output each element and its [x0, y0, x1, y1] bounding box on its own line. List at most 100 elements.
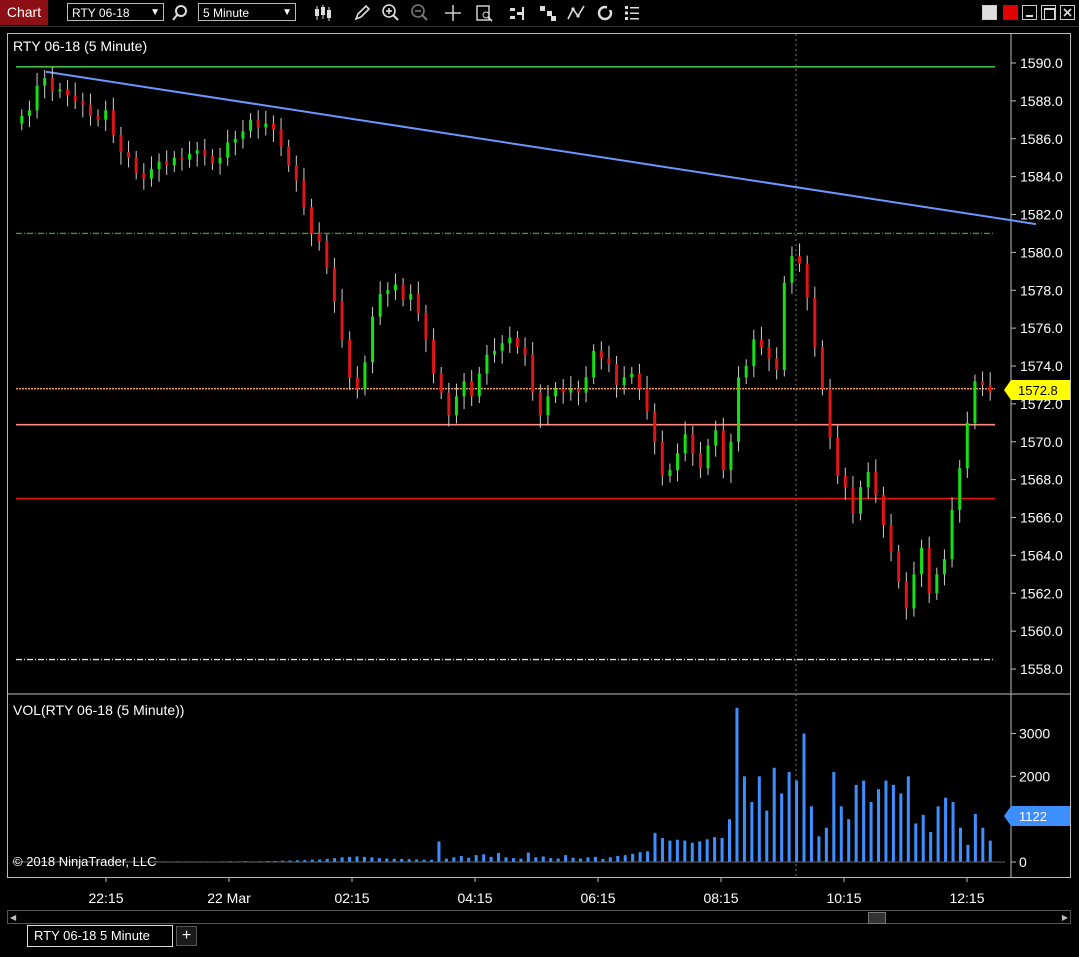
- candle-body: [607, 358, 611, 365]
- price-tick-label: 1576.0: [1020, 320, 1063, 336]
- volume-bar: [832, 772, 836, 862]
- volume-bar: [839, 806, 843, 862]
- candle-body: [81, 100, 85, 105]
- candle-body: [363, 362, 367, 389]
- candle-body: [348, 339, 352, 378]
- add-tab-button[interactable]: +: [176, 926, 197, 946]
- volume-bar: [348, 856, 352, 862]
- volume-bar: [549, 858, 553, 862]
- volume-bar: [534, 857, 538, 862]
- candle-body: [43, 78, 47, 86]
- candle-body: [500, 343, 504, 351]
- candle-body: [798, 256, 802, 264]
- candle-body: [721, 430, 725, 471]
- volume-bar: [646, 851, 650, 862]
- scroll-right-icon[interactable]: ▶: [1062, 913, 1068, 922]
- candle-body: [470, 381, 474, 397]
- candle-body: [851, 487, 855, 514]
- volume-bars: [12, 707, 1005, 863]
- horizontal-scrollbar[interactable]: ◀ ▶: [7, 910, 1071, 924]
- candle-body: [142, 172, 146, 179]
- volume-bar: [802, 733, 806, 862]
- candle-body: [20, 116, 24, 124]
- candle-body: [698, 453, 702, 469]
- candle-body: [805, 263, 809, 298]
- candle-body: [27, 110, 31, 117]
- volume-bar: [362, 856, 366, 862]
- candle-body: [668, 470, 672, 476]
- time-tick-label: 02:15: [334, 890, 369, 906]
- volume-bar: [452, 857, 456, 862]
- candle-body: [599, 350, 603, 359]
- volume-bar: [511, 858, 515, 862]
- volume-bar: [854, 784, 858, 862]
- candle-body: [424, 312, 428, 340]
- candle-body: [965, 422, 969, 469]
- candle-body: [264, 123, 268, 128]
- volume-bar: [772, 767, 776, 862]
- candle-body: [714, 430, 718, 446]
- candle-body: [386, 290, 390, 295]
- volume-tick-label: 2000: [1019, 768, 1050, 784]
- candle-body: [180, 157, 184, 160]
- volume-bar: [765, 810, 769, 862]
- volume-bar: [370, 857, 374, 862]
- candle-body: [782, 282, 786, 370]
- chart-tab[interactable]: RTY 06-18 5 Minute: [27, 925, 173, 947]
- candle-body: [973, 381, 977, 423]
- scroll-left-icon[interactable]: ◀: [10, 913, 16, 922]
- candle-body: [88, 104, 92, 117]
- volume-bar: [586, 857, 590, 862]
- trend-line[interactable]: [45, 70, 1037, 226]
- candle-body: [828, 388, 832, 438]
- candle-body: [889, 525, 893, 552]
- candle-body: [249, 119, 253, 132]
- volume-tick-label: 0: [1019, 854, 1027, 870]
- price-tick-label: 1562.0: [1020, 585, 1063, 601]
- price-tick-label: 1580.0: [1020, 244, 1063, 260]
- candle-body: [927, 547, 931, 594]
- price-marker-label: 1572.8: [1018, 383, 1058, 398]
- candle-body: [576, 388, 580, 393]
- volume-bar: [660, 838, 664, 862]
- volume-bar: [623, 855, 627, 862]
- candle-body: [775, 358, 779, 370]
- candle-body: [729, 441, 733, 471]
- candle-body: [645, 388, 649, 412]
- candle-body: [485, 354, 489, 374]
- volume-bar: [526, 852, 530, 862]
- price-tick-label: 1584.0: [1020, 169, 1063, 185]
- volume-bar: [921, 814, 925, 862]
- chart-canvas[interactable]: 1590.0 1588.0 1586.0 1584.0 1582.0 1580.0 1578…: [0, 0, 1079, 957]
- scrollbar-thumb[interactable]: [868, 912, 886, 924]
- candle-body: [447, 392, 451, 416]
- volume-bar: [817, 836, 821, 862]
- volume-bar: [720, 838, 724, 862]
- volume-bar: [467, 857, 471, 862]
- price-tick-label: 1564.0: [1020, 547, 1063, 563]
- candle-body: [279, 129, 283, 147]
- volume-bar: [713, 837, 717, 862]
- candle-body: [256, 119, 260, 128]
- volume-bar: [877, 789, 881, 862]
- volume-tick-label: 3000: [1019, 726, 1050, 742]
- price-tick-label: 1570.0: [1020, 434, 1063, 450]
- candle-body: [317, 233, 321, 242]
- volume-bar: [675, 839, 679, 862]
- candle-body: [134, 157, 138, 173]
- candle-body: [271, 123, 275, 130]
- volume-bar: [385, 858, 389, 862]
- candle-body: [508, 337, 512, 344]
- candle-body: [203, 150, 207, 156]
- candle-body: [897, 551, 901, 582]
- candle-body: [920, 547, 924, 575]
- candle-body: [119, 134, 123, 153]
- volume-bar: [638, 852, 642, 862]
- candle-body: [881, 494, 885, 526]
- candle-body: [188, 153, 192, 160]
- candle-body: [950, 509, 954, 560]
- candle-body: [439, 373, 443, 393]
- price-tick-label: 1588.0: [1020, 93, 1063, 109]
- candle-body: [401, 284, 405, 300]
- volume-bar: [981, 827, 985, 862]
